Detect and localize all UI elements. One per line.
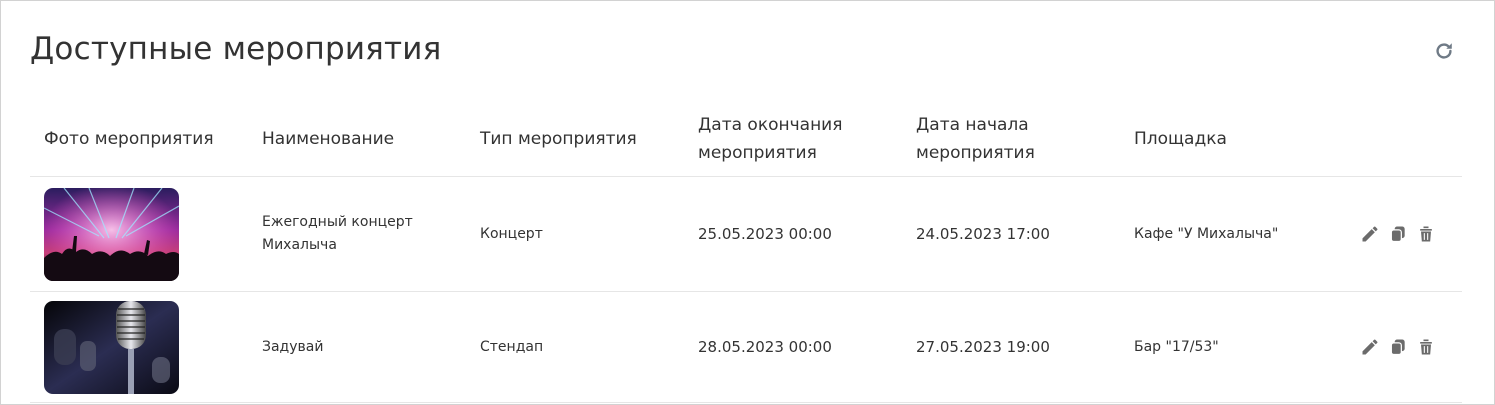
end-date-cell: 25.05.2023 00:00 [684, 176, 902, 292]
photo-cell [30, 291, 248, 403]
name-cell: Задувай [248, 291, 466, 403]
pencil-icon[interactable] [1360, 337, 1380, 357]
column-header-actions [1346, 101, 1462, 177]
venue-cell: Кафе "У Михалыча" [1120, 176, 1346, 292]
page-title: Доступные мероприятия [30, 31, 442, 67]
start-date-cell: 27.05.2023 19:00 [902, 291, 1120, 403]
type-cell: Концерт [466, 176, 684, 292]
actions-cell [1346, 291, 1462, 403]
column-header-venue[interactable]: Площадка [1120, 101, 1346, 177]
column-header-type[interactable]: Тип мероприятия [466, 101, 684, 177]
actions-cell [1346, 176, 1462, 292]
table-row[interactable]: Задувай Стендап 28.05.2023 00:00 27.05.2… [30, 291, 1462, 403]
start-date-cell: 24.05.2023 17:00 [902, 176, 1120, 292]
venue-cell: Бар "17/53" [1120, 291, 1346, 403]
column-header-photo[interactable]: Фото мероприятия [30, 101, 248, 177]
column-header-end-date[interactable]: Дата окончания мероприятия [684, 101, 902, 177]
copy-icon[interactable] [1388, 224, 1408, 244]
refresh-icon[interactable] [1433, 40, 1455, 62]
table-row[interactable]: Ежегодный концерт Михалыча Концерт 25.05… [30, 176, 1462, 292]
name-cell: Ежегодный концерт Михалыча [248, 176, 466, 292]
column-header-name[interactable]: Наименование [248, 101, 466, 177]
type-cell: Стендап [466, 291, 684, 403]
photo-cell [30, 176, 248, 292]
microphone-photo[interactable] [44, 300, 179, 394]
column-header-start-date[interactable]: Дата начала мероприятия [902, 101, 1120, 177]
pencil-icon[interactable] [1360, 224, 1380, 244]
table-header-row: Фото мероприятия Наименование Тип меропр… [30, 101, 1462, 177]
trash-icon[interactable] [1416, 224, 1436, 244]
copy-icon[interactable] [1388, 337, 1408, 357]
concert-photo[interactable] [44, 187, 179, 281]
events-table: Фото мероприятия Наименование Тип меропр… [30, 101, 1462, 403]
end-date-cell: 28.05.2023 00:00 [684, 291, 902, 403]
events-panel: Доступные мероприятия Фото мероприятия Н… [0, 0, 1495, 405]
trash-icon[interactable] [1416, 337, 1436, 357]
